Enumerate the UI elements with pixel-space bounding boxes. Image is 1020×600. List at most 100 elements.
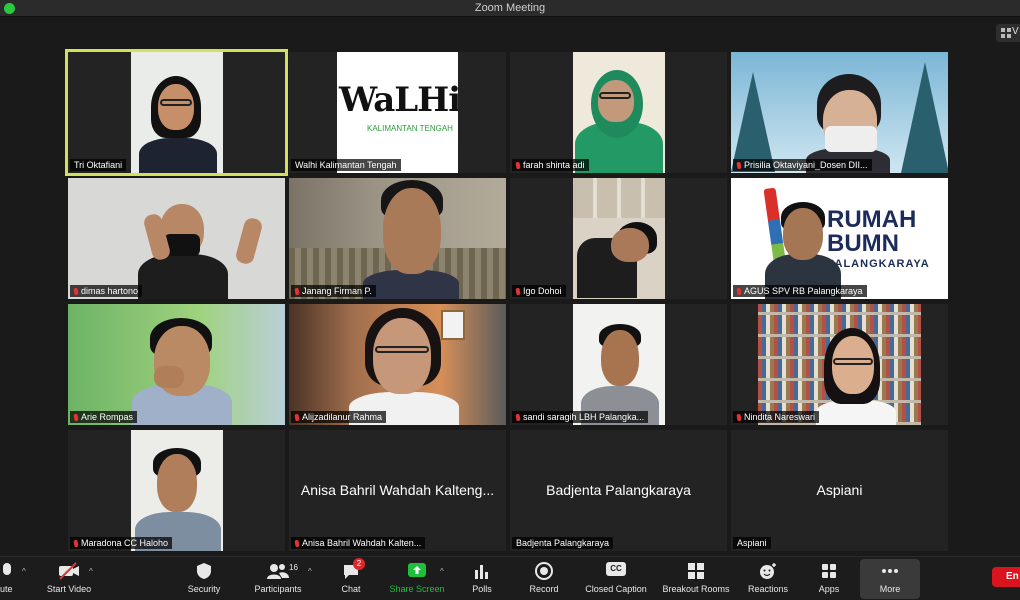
video-tile-janang[interactable]: Janang Firman P. <box>289 178 506 299</box>
reactions-icon <box>760 563 776 579</box>
chat-label: Chat <box>341 584 361 594</box>
share-screen-icon <box>408 563 426 577</box>
video-off-icon <box>59 562 79 580</box>
participants-options-caret[interactable]: ^ <box>308 567 316 576</box>
participant-name-tag: Nindita Nareswari <box>733 411 820 423</box>
video-tile-tri-oktafiani[interactable]: Tri Oktafiani <box>65 49 288 176</box>
muted-microphone-icon <box>515 161 521 170</box>
banner-line-3: PALANGKARAYA <box>827 258 930 270</box>
video-tile-igo[interactable]: Igo Dohoi <box>510 178 727 299</box>
participant-name-tag: dimas hartono <box>70 285 143 297</box>
grid-view-icon <box>1001 28 1011 38</box>
participant-video <box>68 304 285 425</box>
video-tile-maradona[interactable]: Maradona CC Haloho <box>68 430 285 551</box>
apps-button[interactable]: Apps <box>814 559 844 599</box>
participant-name-tag: Igo Dohoi <box>512 285 566 297</box>
closed-caption-button[interactable]: CC Closed Caption <box>582 559 650 599</box>
muted-microphone-icon <box>736 413 742 422</box>
video-tile-nindita[interactable]: Nindita Nareswari <box>731 304 948 425</box>
video-tile-walhi[interactable]: WaLHi KALIMANTAN TENGAH Walhi Kalimantan… <box>289 52 506 173</box>
participant-display-name: Badjenta Palangkaraya <box>546 482 691 498</box>
participant-name-tag: Maradona CC Haloho <box>70 537 173 549</box>
video-tile-farah[interactable]: farah shinta adi <box>510 52 727 173</box>
window-title: Zoom Meeting <box>474 2 546 14</box>
participant-name-tag: sandi saragih LBH Palangka... <box>512 411 649 423</box>
participant-name-tag: Anisa Bahril Wahdah Kalten... <box>291 537 426 549</box>
banner-line-2: BUMN <box>827 230 899 257</box>
video-tile-aspiani[interactable]: Aspiani Aspiani <box>731 430 948 551</box>
walhi-logo: WaLHi KALIMANTAN TENGAH <box>337 52 458 173</box>
share-options-caret[interactable]: ^ <box>440 567 448 576</box>
record-icon <box>535 562 553 580</box>
end-meeting-button[interactable]: En <box>992 567 1020 587</box>
participant-video <box>758 304 921 425</box>
polls-button[interactable]: Polls <box>466 559 498 599</box>
participant-name-tag: AGUS SPV RB Palangkaraya <box>733 285 867 297</box>
participant-name-tag: Aspiani <box>733 537 771 549</box>
share-screen-button[interactable]: Share Screen <box>386 559 448 599</box>
video-tile-dimas[interactable]: dimas hartono <box>68 178 285 299</box>
walhi-logo-word: WaLHi <box>339 80 458 120</box>
video-options-caret[interactable]: ^ <box>89 567 97 576</box>
participant-video <box>573 178 665 299</box>
reactions-button[interactable]: Reactions <box>746 559 790 599</box>
muted-microphone-icon <box>515 287 521 296</box>
video-tile-anisa[interactable]: Anisa Bahril Wahdah Kalteng... Anisa Bah… <box>289 430 506 551</box>
chat-unread-badge: 2 <box>353 558 365 570</box>
record-button[interactable]: Record <box>524 559 564 599</box>
window-titlebar: Zoom Meeting <box>0 0 1020 17</box>
meeting-toolbar: ute ^ Start Video ^ Security 16 Particip… <box>0 556 1020 600</box>
breakout-rooms-button[interactable]: Breakout Rooms <box>660 559 732 599</box>
mute-label: ute <box>0 584 13 594</box>
participant-video <box>68 178 285 299</box>
participant-video <box>289 304 506 425</box>
more-button[interactable]: More <box>860 559 920 599</box>
chat-button[interactable]: 2 Chat <box>336 558 366 599</box>
people-icon <box>267 564 289 579</box>
shield-icon <box>197 563 211 579</box>
microphone-icon <box>3 563 11 575</box>
security-label: Security <box>187 584 221 594</box>
breakout-rooms-label: Breakout Rooms <box>662 584 730 594</box>
security-button[interactable]: Security <box>184 559 224 599</box>
muted-microphone-icon <box>73 539 79 548</box>
video-tile-arie[interactable]: Arie Rompas <box>68 304 285 425</box>
reactions-label: Reactions <box>747 584 789 594</box>
muted-microphone-icon <box>294 287 300 296</box>
participant-name-tag: Walhi Kalimantan Tengah <box>291 159 401 171</box>
muted-microphone-icon <box>736 161 742 170</box>
apps-icon <box>822 564 836 578</box>
mute-button[interactable]: ute <box>0 559 16 599</box>
walhi-logo-sub: KALIMANTAN TENGAH <box>367 124 453 133</box>
participant-video <box>731 52 948 173</box>
video-tile-alijzadilanur[interactable]: Alijzadilanur Rahma <box>289 304 506 425</box>
video-tile-badjenta[interactable]: Badjenta Palangkaraya Badjenta Palangkar… <box>510 430 727 551</box>
more-label: More <box>879 584 901 594</box>
video-gallery: Tri Oktafiani WaLHi KALIMANTAN TENGAH Wa… <box>65 49 948 552</box>
breakout-icon <box>688 563 704 579</box>
view-label: V <box>1012 26 1019 37</box>
muted-microphone-icon <box>736 287 742 296</box>
view-toggle-button[interactable]: V <box>996 24 1020 42</box>
start-video-button[interactable]: Start Video <box>42 559 96 599</box>
muted-microphone-icon <box>294 413 300 422</box>
video-tile-agus[interactable]: RUMAH BUMN PALANGKARAYA AGUS SPV RB Pala… <box>731 178 948 299</box>
video-tile-prisilia[interactable]: Prisilia Oktaviyani_Dosen DII... <box>731 52 948 173</box>
participants-button[interactable]: 16 Participants <box>250 559 306 599</box>
closed-caption-label: Closed Caption <box>585 584 647 594</box>
participant-name-tag: Alijzadilanur Rahma <box>291 411 387 423</box>
participant-display-name: Aspiani <box>816 482 863 498</box>
polls-icon <box>475 565 488 579</box>
participant-name-tag: farah shinta adi <box>512 159 589 171</box>
participants-count: 16 <box>289 563 298 572</box>
participant-name-tag: Tri Oktafiani <box>70 159 127 171</box>
participant-display-name: Anisa Bahril Wahdah Kalteng... <box>300 482 495 498</box>
audio-options-caret[interactable]: ^ <box>22 567 30 576</box>
video-tile-sandi[interactable]: sandi saragih LBH Palangka... <box>510 304 727 425</box>
more-icon <box>882 569 898 573</box>
polls-label: Polls <box>472 584 492 594</box>
muted-microphone-icon <box>73 413 79 422</box>
share-screen-label: Share Screen <box>389 584 445 594</box>
participants-label: Participants <box>254 584 302 594</box>
participant-name-tag: Janang Firman P. <box>291 285 376 297</box>
